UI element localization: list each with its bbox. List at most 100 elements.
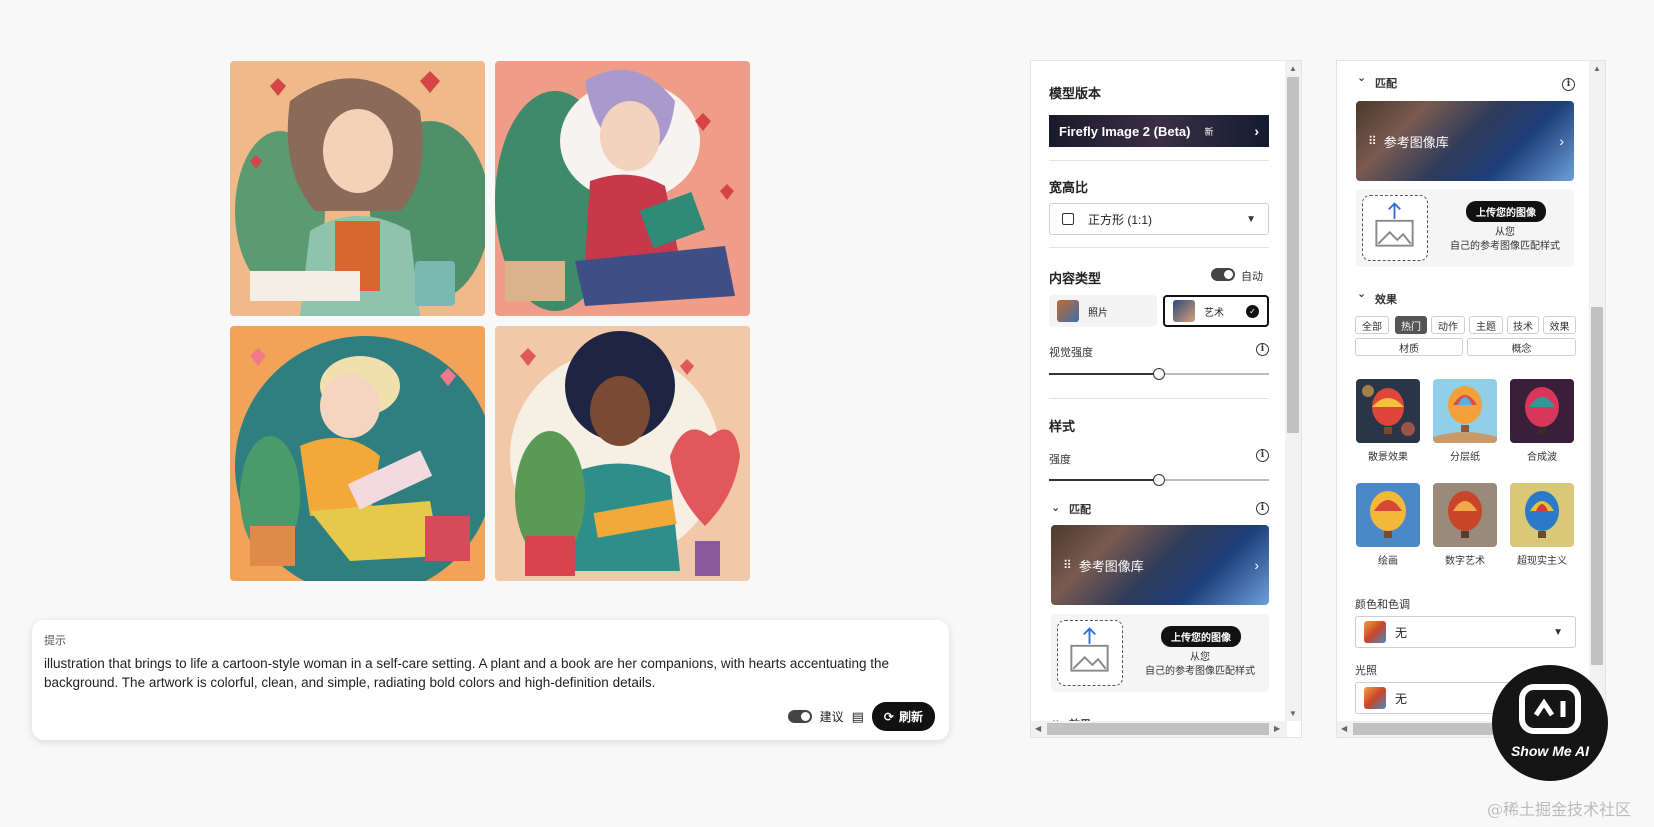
match-title: 匹配 (1375, 78, 1397, 90)
info-icon[interactable]: i (1256, 449, 1269, 462)
scroll-left-arrow[interactable]: ◀ (1035, 724, 1041, 733)
effect-surrealism[interactable]: 超现实主义 (1510, 483, 1574, 567)
upload-image-icon[interactable] (1057, 620, 1123, 686)
reference-gallery-label: 参考图像库 (1383, 134, 1449, 150)
match-title: 匹配 (1069, 504, 1091, 516)
art-label: 艺术 (1204, 307, 1224, 319)
aspect-ratio-select[interactable]: 正方形 (1:1) ▼ (1049, 203, 1269, 235)
content-type-photo-button[interactable]: 照片 (1049, 295, 1157, 327)
scroll-right-arrow[interactable]: ▶ (1274, 724, 1280, 733)
match-collapse-chevron-icon[interactable]: ⌄ (1357, 71, 1366, 84)
scroll-up-arrow[interactable]: ▲ (1289, 64, 1297, 73)
aspect-ratio-value: 正方形 (1:1) (1088, 212, 1153, 227)
generated-image-1[interactable] (230, 61, 485, 316)
prompt-input[interactable]: illustration that brings to life a carto… (44, 654, 904, 692)
info-icon[interactable]: i (1256, 502, 1269, 515)
effects-chip-concept[interactable]: 概念 (1467, 338, 1576, 356)
effects-chip-theme[interactable]: 主题 (1469, 316, 1503, 334)
vertical-scrollbar[interactable]: ▲ ▼ (1285, 61, 1301, 721)
slider-fill (1049, 479, 1159, 481)
settings-panel-main: 模型版本 Firefly Image 2 (Beta) 新 › 宽高比 正方形 … (1030, 60, 1302, 738)
info-icon[interactable]: i (1562, 78, 1575, 91)
slider-knob[interactable] (1153, 368, 1165, 380)
settings-panel-effects: ⌄ 匹配 i ⠿ 参考图像库 › 上传您的图像 从您 自己的参考图像匹配样式 ⌄… (1336, 60, 1606, 738)
watermark-text: @稀土掘金技术社区 (1487, 800, 1632, 819)
effects-chip-popular[interactable]: 热门 (1395, 316, 1427, 334)
reference-gallery-label: 参考图像库 (1078, 558, 1144, 574)
effect-painting[interactable]: 绘画 (1356, 483, 1420, 567)
effect-label: 绘画 (1378, 556, 1398, 567)
generated-image-4[interactable] (495, 326, 750, 581)
reference-gallery-card[interactable]: ⠿ 参考图像库 › (1356, 101, 1574, 181)
effect-label: 合成波 (1527, 452, 1557, 463)
photo-thumbnail (1057, 300, 1079, 322)
effects-chip-material[interactable]: 材质 (1355, 338, 1463, 356)
scroll-left-arrow[interactable]: ◀ (1341, 724, 1347, 733)
upload-image-button[interactable]: 上传您的图像 (1161, 626, 1241, 647)
art-thumbnail (1173, 300, 1195, 322)
prompt-box[interactable]: 提示 illustration that brings to life a ca… (32, 620, 949, 740)
scroll-down-arrow[interactable]: ▼ (1289, 709, 1297, 718)
effect-thumbnail (1510, 483, 1574, 547)
visual-intensity-slider[interactable] (1049, 368, 1269, 380)
effect-thumbnail (1356, 379, 1420, 443)
chevron-right-icon: › (1254, 557, 1259, 573)
style-title: 样式 (1049, 419, 1076, 434)
vertical-scrollbar[interactable]: ▲ (1589, 61, 1605, 721)
generated-image-3[interactable] (230, 326, 485, 581)
model-version-selector[interactable]: Firefly Image 2 (Beta) 新 › (1049, 115, 1269, 147)
chevron-right-icon: › (1254, 123, 1259, 139)
upload-image-icon[interactable] (1362, 195, 1428, 261)
suggestion-panel-icon[interactable]: ▤ (852, 709, 864, 725)
square-icon (1062, 213, 1074, 225)
effects-chevron-icon[interactable]: ⌄ (1357, 287, 1366, 300)
color-tone-value: 无 (1395, 625, 1408, 640)
scrollbar-thumb[interactable] (1287, 77, 1299, 433)
divider (1049, 398, 1269, 399)
color-tone-select[interactable]: 无 ▼ (1355, 616, 1576, 648)
effect-digital-art[interactable]: 数字艺术 (1433, 483, 1497, 567)
visual-intensity-label: 视觉强度 (1049, 347, 1093, 359)
suggest-toggle[interactable] (787, 710, 812, 723)
divider (1049, 247, 1269, 248)
content-type-art-button[interactable]: 艺术 ✓ (1163, 295, 1269, 327)
effect-synthwave[interactable]: 合成波 (1510, 379, 1574, 463)
match-collapse-chevron-icon[interactable]: ⌄ (1051, 501, 1060, 514)
upload-text-2: 自己的参考图像匹配样式 (1450, 241, 1560, 252)
auto-label: 自动 (1241, 271, 1263, 283)
scrollbar-thumb[interactable] (1047, 723, 1269, 735)
divider (1049, 160, 1269, 161)
info-icon[interactable]: i (1256, 343, 1269, 356)
chevron-down-icon: ▼ (1553, 626, 1563, 638)
scrollbar-thumb[interactable] (1591, 307, 1603, 665)
prompt-footer: 建议 ▤ ⟳ 刷新 (787, 702, 935, 731)
effect-label: 数字艺术 (1445, 556, 1485, 567)
generated-image-2[interactable] (495, 61, 750, 316)
strength-slider[interactable] (1049, 474, 1269, 486)
lighting-label: 光照 (1355, 665, 1377, 677)
photo-label: 照片 (1088, 307, 1108, 319)
auto-toggle[interactable] (1211, 268, 1235, 281)
prompt-label: 提示 (44, 635, 66, 647)
effects-chip-technique[interactable]: 技术 (1507, 316, 1539, 334)
upload-text-1: 从您 (1190, 652, 1210, 663)
horizontal-scrollbar[interactable]: ◀ ▶ (1031, 721, 1287, 737)
effect-thumbnail (1433, 483, 1497, 547)
chevron-down-icon: ▼ (1246, 213, 1256, 225)
effect-layered-paper[interactable]: 分层纸 (1433, 379, 1497, 463)
slider-fill (1049, 373, 1159, 375)
effect-bokeh[interactable]: 散景效果 (1356, 379, 1420, 463)
effect-label: 超现实主义 (1517, 556, 1567, 567)
grid-icon: ⠿ (1063, 558, 1072, 572)
model-name: Firefly Image 2 (Beta) (1059, 123, 1191, 139)
model-version-title: 模型版本 (1049, 86, 1102, 101)
refresh-button[interactable]: ⟳ 刷新 (871, 702, 935, 731)
upload-image-button[interactable]: 上传您的图像 (1466, 201, 1546, 222)
effects-chip-all[interactable]: 全部 (1355, 316, 1389, 334)
effects-chip-effects[interactable]: 效果 (1543, 316, 1576, 334)
upload-card: 上传您的图像 从您 自己的参考图像匹配样式 (1356, 189, 1574, 267)
slider-knob[interactable] (1153, 474, 1165, 486)
scroll-up-arrow[interactable]: ▲ (1593, 64, 1601, 73)
effects-chip-movement[interactable]: 动作 (1431, 316, 1465, 334)
reference-gallery-card[interactable]: ⠿ 参考图像库 › (1051, 525, 1269, 605)
